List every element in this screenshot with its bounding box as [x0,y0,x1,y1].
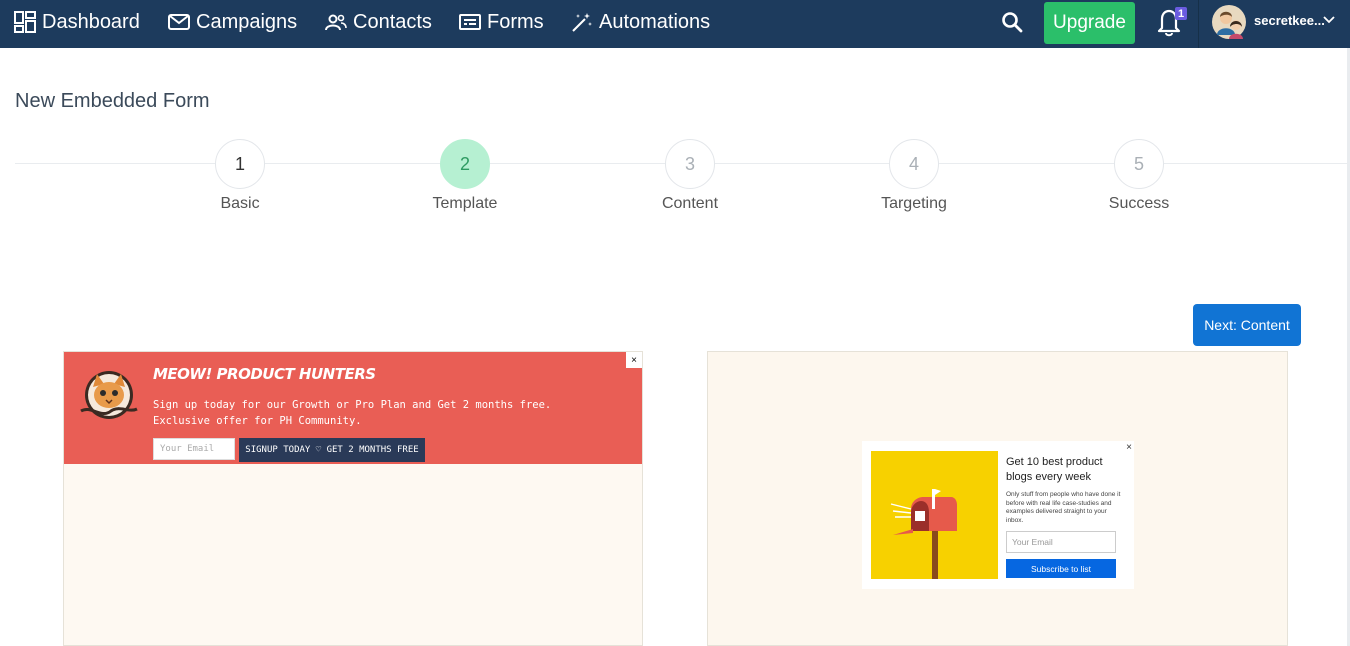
template-card-banner[interactable]: MEOW! PRODUCT HUNTERS Sign up today for … [63,351,643,646]
popup-subscribe-button: Subscribe to list [1006,559,1116,578]
step-label: Targeting [881,195,947,212]
nav-divider [1198,0,1199,48]
top-navigation-bar: Dashboard Campaigns Contacts Forms Autom… [0,0,1350,48]
nav-item-dashboard[interactable]: Dashboard [14,0,140,44]
step-number: 3 [665,139,715,189]
close-icon: × [1126,442,1132,453]
banner-preview: MEOW! PRODUCT HUNTERS Sign up today for … [64,352,642,464]
banner-signup-button: SIGNUP TODAY ♡ GET 2 MONTHS FREE [239,438,425,462]
page-title: New Embedded Form [15,90,210,112]
popup-preview: × Get 10 best product blogs every week O… [862,441,1134,589]
popup-description: Only stuff from people who have done it … [1006,491,1121,524]
upgrade-button[interactable]: Upgrade [1044,2,1135,44]
close-icon: × [626,352,642,368]
dashboard-icon [14,11,36,33]
step-number: 5 [1114,139,1164,189]
nav-label: Automations [599,10,711,33]
search-icon[interactable] [1000,10,1024,34]
chevron-down-icon[interactable] [1322,13,1336,27]
nav-label: Forms [487,10,544,33]
form-icon [459,14,481,30]
banner-headline: MEOW! PRODUCT HUNTERS [153,365,376,383]
popup-headline: Get 10 best product blogs every week [1006,456,1103,483]
step-number: 2 [440,139,490,189]
step-label: Template [432,195,498,212]
nav-label: Dashboard [42,10,140,33]
step-label: Basic [220,195,260,212]
step-content[interactable]: 3 Content [630,139,750,213]
step-targeting[interactable]: 4 Targeting [854,139,974,213]
next-content-button[interactable]: Next: Content [1193,304,1301,346]
step-success[interactable]: 5 Success [1079,139,1199,213]
step-number: 4 [889,139,939,189]
mailbox-illustration [871,451,998,579]
nav-item-automations[interactable]: Automations [571,0,710,44]
people-icon [325,14,347,31]
cat-logo-icon [80,371,138,419]
nav-item-campaigns[interactable]: Campaigns [168,0,297,44]
step-label: Content [661,195,719,212]
step-basic[interactable]: 1 Basic [180,139,300,213]
nav-label: Contacts [353,10,432,33]
nav-label: Campaigns [196,10,298,33]
step-number: 1 [215,139,265,189]
step-label: Success [1108,195,1170,212]
magic-wand-icon [572,13,592,32]
template-card-popup[interactable]: × Get 10 best product blogs every week O… [707,351,1288,646]
nav-item-forms[interactable]: Forms [459,0,544,44]
step-template[interactable]: 2 Template [405,139,525,213]
user-avatar[interactable] [1212,5,1246,39]
user-name[interactable]: secretkee... [1254,13,1325,28]
banner-body: Sign up today for our Growth or Pro Plan… [153,399,552,427]
nav-item-contacts[interactable]: Contacts [325,0,432,44]
envelope-icon [168,14,190,30]
popup-email-input: Your Email [1006,531,1116,553]
notification-badge: 1 [1175,7,1187,20]
banner-email-input: Your Email [153,438,235,460]
